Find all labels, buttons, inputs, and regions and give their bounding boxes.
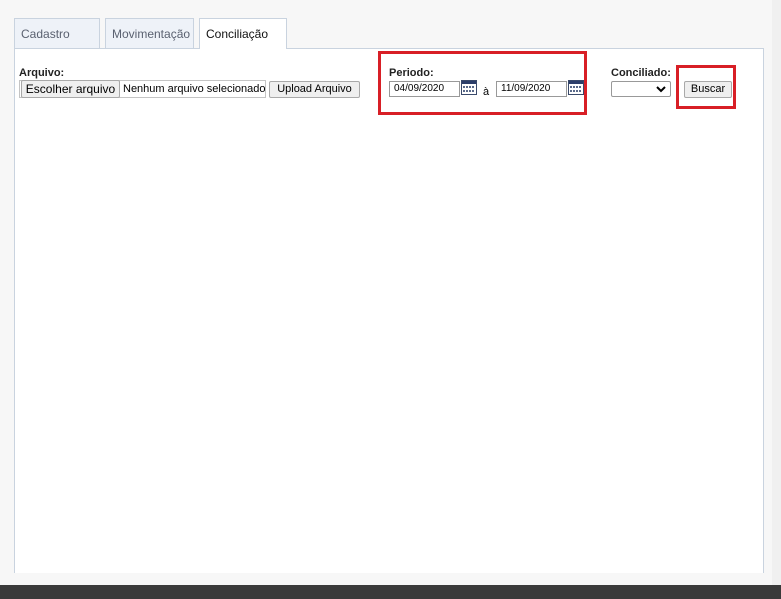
- date-range-separator: à: [483, 86, 490, 98]
- file-status-text: Nenhum arquivo selecionado: [123, 83, 266, 95]
- conciliado-label: Conciliado:: [611, 67, 671, 79]
- chevron-down-icon: [656, 86, 666, 93]
- periodo-label: Periodo:: [389, 67, 434, 79]
- calendar-icon[interactable]: [568, 80, 584, 95]
- conciliacao-panel: [14, 48, 764, 573]
- tab-conciliacao[interactable]: Conciliação: [199, 18, 287, 49]
- calendar-icon[interactable]: [461, 80, 477, 95]
- tab-movimentacao[interactable]: Movimentação: [105, 18, 194, 48]
- start-date-input[interactable]: 04/09/2020: [389, 81, 460, 97]
- upload-file-button[interactable]: Upload Arquivo: [269, 81, 360, 98]
- bottom-bar: [0, 585, 781, 599]
- arquivo-label: Arquivo:: [19, 67, 65, 79]
- tab-cadastro[interactable]: Cadastro: [14, 18, 100, 48]
- window-edge: [772, 0, 781, 585]
- choose-file-button[interactable]: Escolher arquivo: [21, 80, 120, 98]
- buscar-button[interactable]: Buscar: [684, 81, 732, 98]
- conciliado-select[interactable]: [611, 81, 671, 97]
- end-date-input[interactable]: 11/09/2020: [496, 81, 567, 97]
